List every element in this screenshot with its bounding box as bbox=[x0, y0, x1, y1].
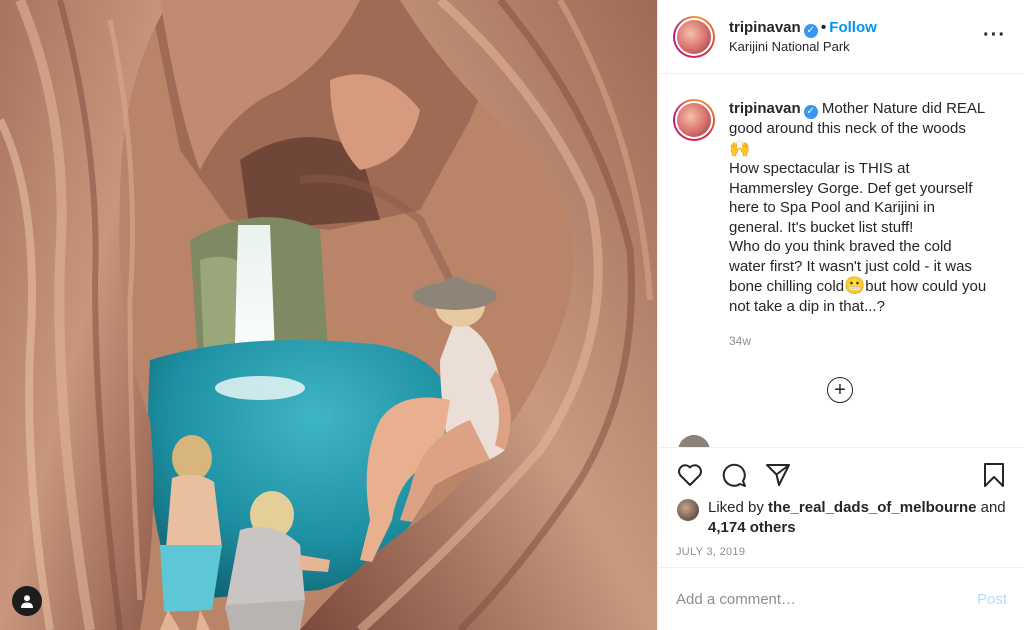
post-location[interactable]: Karijini National Park bbox=[729, 38, 877, 55]
post-comment-button[interactable]: Post bbox=[977, 591, 1007, 608]
liker-avatar[interactable] bbox=[677, 499, 699, 521]
post-photo[interactable] bbox=[0, 0, 657, 630]
tagged-users-button[interactable] bbox=[12, 586, 42, 616]
liker-username[interactable]: the_real_dads_of_melbourne bbox=[768, 499, 976, 516]
post-date[interactable]: JULY 3, 2019 bbox=[676, 546, 745, 558]
comment-box: Post bbox=[658, 567, 1024, 630]
bookmark-icon[interactable] bbox=[980, 461, 1008, 489]
post-actions: Liked by the_real_dads_of_melbourne and … bbox=[658, 447, 1024, 567]
comment-icon[interactable] bbox=[720, 461, 748, 489]
caption-username[interactable]: tripinavan bbox=[729, 100, 801, 117]
caption: tripinavan ✓ Mother Nature did REAL good … bbox=[673, 99, 1008, 352]
likes-others-link[interactable]: 4,174 others bbox=[708, 519, 796, 536]
caption-line-2: How spectacular is THIS at Hammersley Go… bbox=[729, 160, 973, 236]
share-icon[interactable] bbox=[764, 461, 792, 489]
comments-area[interactable]: tripinavan ✓ Mother Nature did REAL good … bbox=[658, 75, 1024, 447]
likes-prefix: Liked by bbox=[708, 499, 764, 516]
raised-hands-emoji: 🙌 bbox=[729, 138, 751, 158]
more-options-icon[interactable]: ··· bbox=[983, 25, 1006, 45]
verified-badge-icon: ✓ bbox=[803, 23, 818, 38]
comment-avatar[interactable] bbox=[678, 435, 710, 447]
avatar[interactable] bbox=[673, 15, 715, 58]
follow-button[interactable]: Follow bbox=[829, 19, 877, 36]
separator-dot: • bbox=[820, 18, 827, 36]
post-sidebar: tripinavan ✓ • Follow Karijini National Par… bbox=[657, 0, 1024, 630]
verified-badge-icon: ✓ bbox=[803, 105, 818, 119]
partially-visible-comment: … bbox=[678, 435, 745, 447]
gorge-scene bbox=[0, 0, 657, 630]
heart-icon[interactable] bbox=[676, 461, 704, 489]
plus-circle-icon[interactable]: + bbox=[827, 377, 853, 403]
post-header: tripinavan ✓ • Follow Karijini National Par… bbox=[658, 0, 1024, 74]
user-icon bbox=[21, 595, 33, 608]
post-username[interactable]: tripinavan bbox=[729, 19, 801, 36]
caption-text: tripinavan ✓ Mother Nature did REAL good … bbox=[729, 99, 991, 352]
likes-and: and bbox=[980, 499, 1006, 516]
grimace-emoji: 😬 bbox=[844, 276, 866, 295]
caption-avatar[interactable] bbox=[673, 99, 715, 141]
likes-summary: Liked by the_real_dads_of_melbourne and … bbox=[677, 498, 1008, 538]
caption-timestamp[interactable]: 34w bbox=[729, 332, 991, 352]
comment-input[interactable] bbox=[676, 590, 977, 608]
